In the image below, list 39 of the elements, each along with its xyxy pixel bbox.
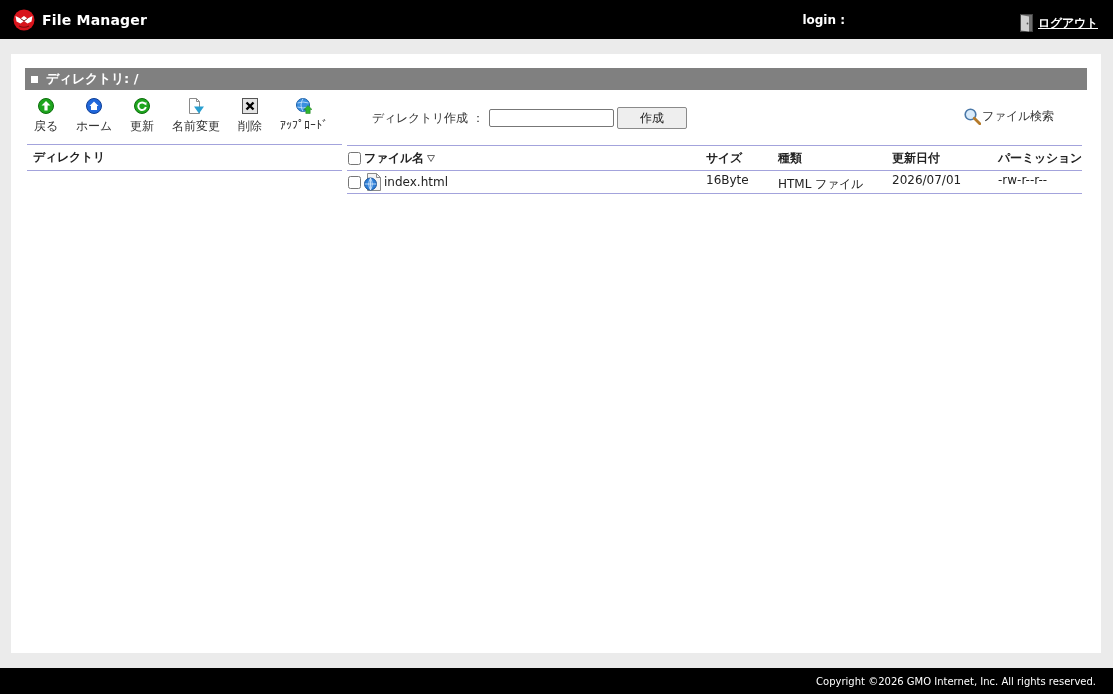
create-button[interactable]: 作成 <box>616 107 687 129</box>
square-bullet-icon <box>31 75 38 83</box>
column-header[interactable]: サイズ <box>706 149 742 167</box>
table-cell: HTML ファイル <box>778 176 864 193</box>
up-arrow-icon <box>38 98 54 114</box>
copyright-text: Copyright ©2026 GMO Internet, Inc. All rights reserved. <box>816 675 1096 687</box>
logout-link[interactable]: ログアウト <box>1038 15 1098 32</box>
search-icon <box>964 107 981 125</box>
file-search-link[interactable]: ファイル検索 <box>964 107 1054 125</box>
row-checkbox[interactable] <box>348 175 361 189</box>
upload-button[interactable]: ｱｯﾌﾟﾛｰﾄﾞ <box>280 98 328 135</box>
globe-arrow-icon <box>296 98 312 114</box>
column-header[interactable]: 種類 <box>778 149 802 167</box>
x-box-icon <box>242 98 258 114</box>
file-name-link[interactable]: index.html <box>384 175 448 189</box>
door-icon <box>1020 14 1033 32</box>
globe-document-icon <box>364 173 381 191</box>
rename-button[interactable]: 名前変更 <box>172 98 220 135</box>
column-header[interactable]: 更新日付 <box>892 149 940 167</box>
table-cell: 2026/07/01 <box>892 173 962 187</box>
logo-icon <box>13 8 35 31</box>
delete-button[interactable]: 削除 <box>238 98 262 135</box>
table-cell: -rw-r--r-- <box>998 173 1048 187</box>
home-icon <box>86 98 102 114</box>
home-button[interactable]: ホーム <box>76 98 112 135</box>
create-directory-label: ディレクトリ作成 ： <box>372 109 484 127</box>
panel-title: ディレクトリ: / <box>46 70 139 88</box>
refresh-button[interactable]: 更新 <box>130 98 154 135</box>
directory-heading: ディレクトリ <box>33 149 105 166</box>
login-label: login : <box>802 12 845 27</box>
app-title: File Manager <box>42 11 148 28</box>
directory-name-field[interactable] <box>488 109 614 127</box>
back-button[interactable]: 戻る <box>34 98 58 135</box>
refresh-icon <box>134 98 150 114</box>
column-header[interactable]: パーミッション <box>998 149 1082 167</box>
column-header[interactable]: ファイル名 <box>364 149 424 167</box>
table-cell: 16Byte <box>706 173 749 187</box>
select-all-checkbox[interactable] <box>348 151 361 165</box>
document-arrow-icon <box>188 98 204 114</box>
